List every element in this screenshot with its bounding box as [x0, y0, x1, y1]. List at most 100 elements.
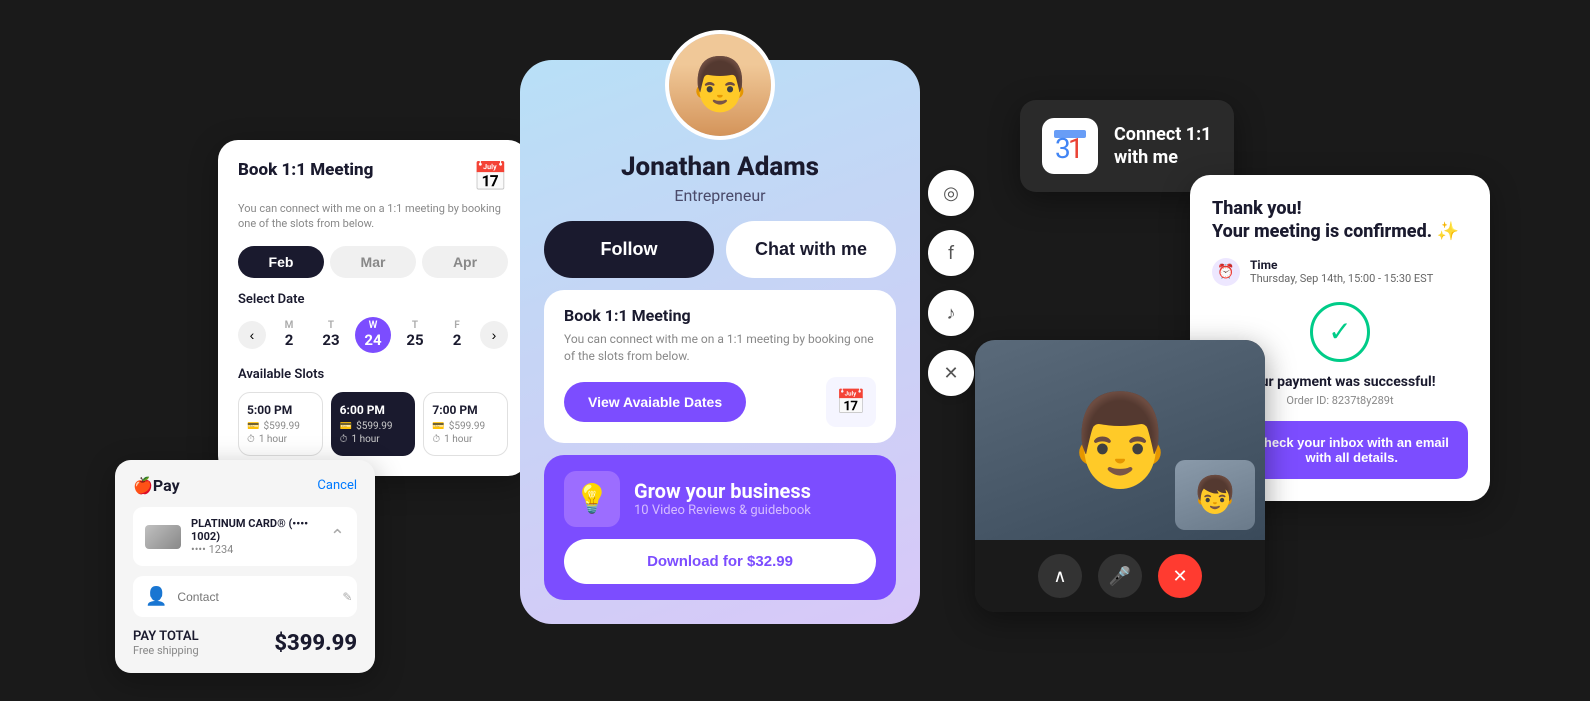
- select-date-label: Select Date: [238, 292, 508, 307]
- applepay-total-amount: $399.99: [274, 631, 357, 656]
- date-item-24[interactable]: W 24: [354, 317, 392, 353]
- slot-700pm-time: 7:00 PM: [432, 403, 499, 417]
- confirm-time-row: ⏰ Time Thursday, Sep 14th, 15:00 - 15:30…: [1212, 258, 1468, 286]
- date-num-f: 2: [438, 331, 476, 349]
- month-tab-apr[interactable]: Apr: [422, 246, 508, 278]
- confirm-time-icon: ⏰: [1212, 258, 1240, 286]
- booking-mini-title: Book 1:1 Meeting: [564, 306, 876, 325]
- applepay-total-row: PAY TOTAL Free shipping $399.99: [133, 629, 357, 657]
- slot-700pm-price-val: $599.99: [449, 421, 485, 432]
- booking-description: You can connect with me on a 1:1 meeting…: [238, 201, 508, 232]
- clock-icon-2: ⏱: [340, 434, 348, 445]
- booking-calendar-icon: 📅: [473, 160, 508, 193]
- slot-600pm-dur-val: 1 hour: [351, 434, 379, 445]
- grow-card: 💡 Grow your business 10 Video Reviews & …: [544, 455, 896, 600]
- slot-700pm-duration: ⏱ 1 hour: [432, 434, 499, 445]
- booking-title: Book 1:1 Meeting: [238, 160, 373, 180]
- date-prev-button[interactable]: ‹: [238, 321, 266, 349]
- applepay-card-name: PLATINUM CARD® (•••• 1002): [191, 517, 320, 543]
- social-tiktok-button[interactable]: ♪: [928, 290, 974, 336]
- slot-600pm-price: 💳 $599.99: [340, 421, 407, 432]
- profile-title: Entrepreneur: [674, 186, 765, 205]
- booking-card: Book 1:1 Meeting 📅 You can connect with …: [218, 140, 528, 476]
- confirm-email-label: Check your inbox with an email with all …: [1251, 435, 1452, 465]
- slot-600pm-duration: ⏱ 1 hour: [340, 434, 407, 445]
- grow-title: Grow your business: [634, 479, 811, 503]
- grow-text: Grow your business 10 Video Reviews & gu…: [634, 479, 811, 518]
- social-facebook-button[interactable]: f: [928, 230, 974, 276]
- slot-500pm[interactable]: 5:00 PM 💳 $599.99 ⏱ 1 hour: [238, 392, 323, 456]
- grow-card-top: 💡 Grow your business 10 Video Reviews & …: [564, 471, 876, 527]
- clock-icon-3: ⏱: [432, 434, 440, 445]
- applepay-contact-edit[interactable]: ✎: [342, 590, 352, 604]
- card-icon-3: 💳: [432, 421, 444, 432]
- confirm-time-label: Time: [1250, 258, 1433, 272]
- slot-600pm-time: 6:00 PM: [340, 403, 407, 417]
- gcal-icon: 3 1: [1042, 118, 1098, 174]
- social-instagram-button[interactable]: ◎: [928, 170, 974, 216]
- social-icons: ◎ f ♪ ✕: [928, 170, 974, 396]
- video-mic-button[interactable]: 🎤: [1098, 554, 1142, 598]
- confirm-time-info: Time Thursday, Sep 14th, 15:00 - 15:30 E…: [1250, 258, 1433, 285]
- date-day-t1: T: [312, 320, 350, 331]
- applepay-card-select[interactable]: ⌃: [330, 526, 345, 547]
- date-row: ‹ M 2 T 23 W 24 T 25 F 2 ›: [238, 317, 508, 353]
- month-tabs: Feb Mar Apr: [238, 246, 508, 278]
- applepay-shipping-label: Free shipping: [133, 644, 199, 657]
- booking-header: Book 1:1 Meeting 📅: [238, 160, 508, 193]
- download-button[interactable]: Download for $32.99: [564, 539, 876, 584]
- slots-row: 5:00 PM 💳 $599.99 ⏱ 1 hour 6:00 PM 💳 $59…: [238, 392, 508, 456]
- booking-mini-card: Book 1:1 Meeting You can connect with me…: [544, 290, 896, 443]
- grow-icon: 💡: [564, 471, 620, 527]
- video-end-button[interactable]: ✕: [1158, 554, 1202, 598]
- applepay-contact-icon: 👤: [145, 586, 167, 607]
- slot-500pm-price: 💳 $599.99: [247, 421, 314, 432]
- applepay-card-thumbnail: [145, 525, 181, 549]
- applepay-pay-total-label: PAY TOTAL: [133, 629, 199, 644]
- date-next-button[interactable]: ›: [480, 321, 508, 349]
- month-tab-mar[interactable]: Mar: [330, 246, 416, 278]
- slot-500pm-price-val: $599.99: [263, 421, 299, 432]
- date-num-24: 24: [364, 331, 381, 349]
- confirm-title: Thank you!Your meeting is confirmed. ✨: [1212, 197, 1468, 244]
- date-item-25[interactable]: T 25: [396, 320, 434, 349]
- slot-500pm-dur-val: 1 hour: [259, 434, 287, 445]
- month-tab-feb[interactable]: Feb: [238, 246, 324, 278]
- applepay-contact-row: 👤 ✎: [133, 576, 357, 617]
- social-x-button[interactable]: ✕: [928, 350, 974, 396]
- card-icon: 💳: [247, 421, 259, 432]
- applepay-cancel-button[interactable]: Cancel: [317, 478, 357, 493]
- applepay-logo: 🍎Pay: [133, 476, 180, 495]
- avatar-image: 👨: [669, 34, 771, 136]
- grow-subtitle: 10 Video Reviews & guidebook: [634, 503, 811, 518]
- gcal-text: Connect 1:1with me: [1114, 123, 1212, 170]
- avatar: 👨: [665, 30, 775, 140]
- video-controls: ∧ 🎤 ✕: [975, 540, 1265, 612]
- date-day-f: F: [438, 320, 476, 331]
- date-num-2: 2: [270, 331, 308, 349]
- video-person-main: 👨: [1064, 388, 1176, 493]
- confirm-title-text: Thank you!Your meeting is confirmed.: [1212, 198, 1432, 242]
- applepay-contact-input[interactable]: [177, 590, 332, 604]
- date-selected-wrapper: W 24: [355, 317, 391, 353]
- slot-500pm-time: 5:00 PM: [247, 403, 314, 417]
- video-pip: 👦: [1175, 460, 1255, 530]
- applepay-card: 🍎Pay Cancel PLATINUM CARD® (•••• 1002) •…: [115, 460, 375, 673]
- video-up-button[interactable]: ∧: [1038, 554, 1082, 598]
- date-day-w: W: [369, 320, 378, 331]
- applepay-header: 🍎Pay Cancel: [133, 476, 357, 495]
- sparkle-icon: ✨: [1437, 221, 1459, 242]
- view-dates-button[interactable]: View Avaiable Dates: [564, 382, 746, 422]
- chat-button[interactable]: Chat with me: [726, 221, 896, 278]
- date-item-23[interactable]: T 23: [312, 320, 350, 349]
- slot-600pm[interactable]: 6:00 PM 💳 $599.99 ⏱ 1 hour: [331, 392, 416, 456]
- slot-700pm[interactable]: 7:00 PM 💳 $599.99 ⏱ 1 hour: [423, 392, 508, 456]
- profile-card: 👨 Jonathan Adams Entrepreneur Follow Cha…: [520, 60, 920, 624]
- date-item-2[interactable]: M 2: [270, 320, 308, 349]
- clock-icon: ⏱: [247, 434, 255, 445]
- follow-button[interactable]: Follow: [544, 221, 714, 278]
- booking-header-left: Book 1:1 Meeting: [238, 160, 373, 180]
- date-item-f[interactable]: F 2: [438, 320, 476, 349]
- confirm-checkmark: ✓: [1310, 302, 1370, 362]
- profile-actions: Follow Chat with me: [544, 221, 896, 278]
